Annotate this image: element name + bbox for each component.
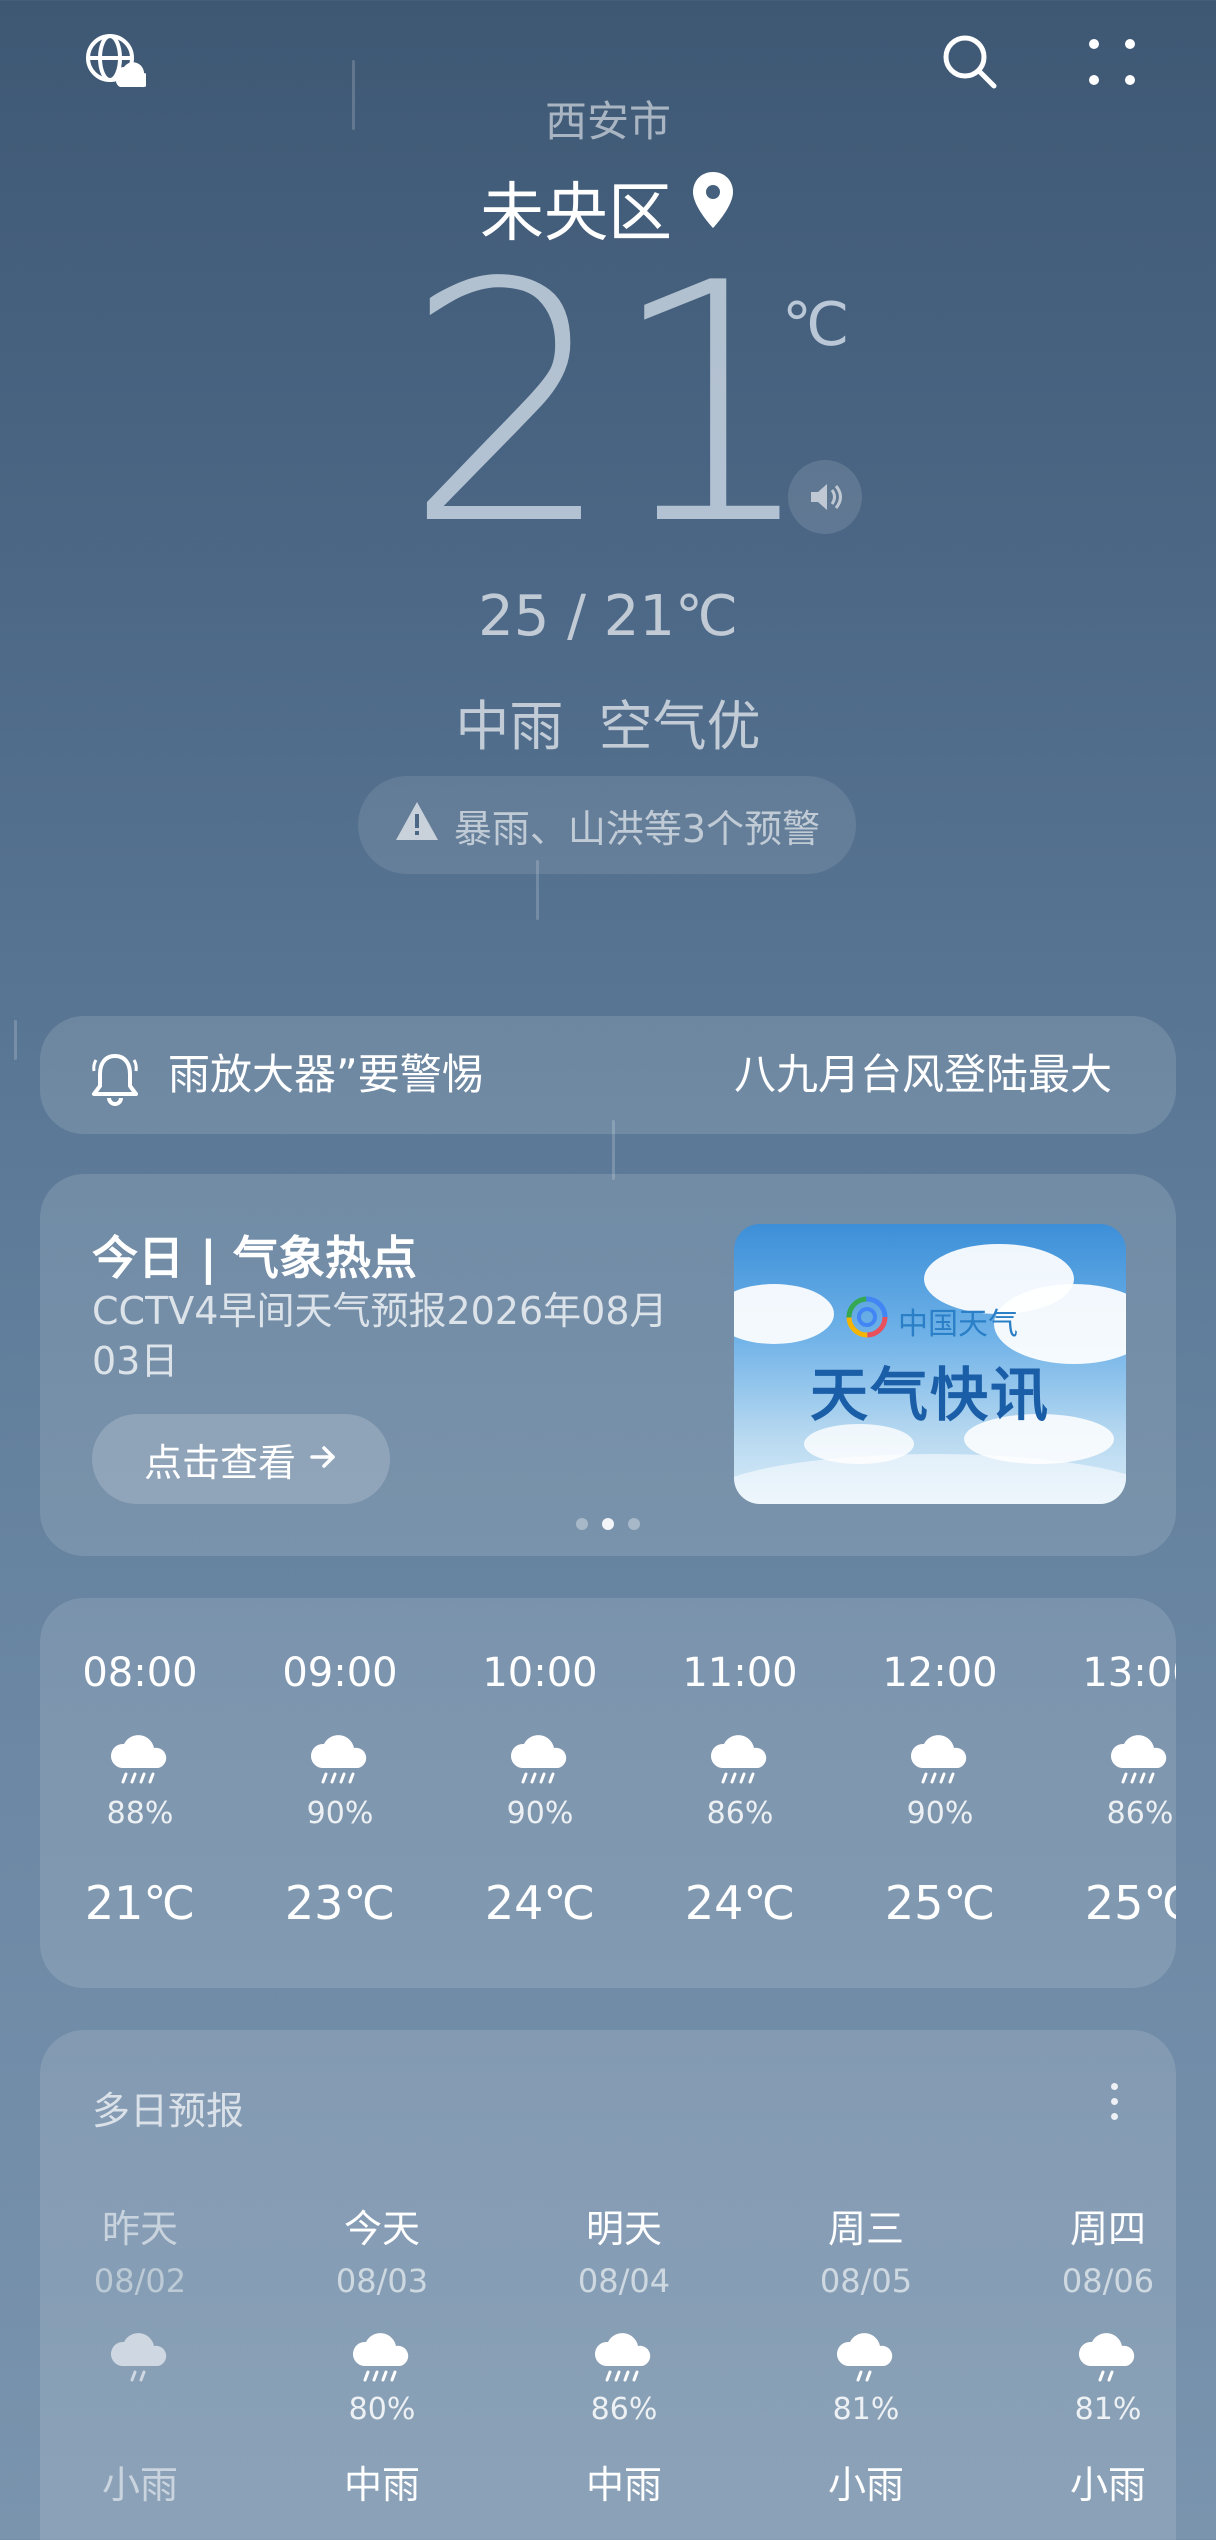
air-quality[interactable]: 空气优 — [599, 695, 761, 758]
day-condition: 中雨 — [585, 2463, 662, 2507]
rain-streak — [14, 1020, 17, 1060]
carousel-dot[interactable] — [576, 1518, 588, 1530]
view-button[interactable]: 点击查看 — [92, 1414, 390, 1504]
news-thumbnail[interactable]: 中国天气 天气快讯 — [734, 1224, 1126, 1504]
news-ticker[interactable]: 雨放大器”要警惕 八九月台风登陆最大 — [40, 1016, 1176, 1134]
ticker-item[interactable]: 八九月台风登陆最大 — [734, 1016, 1112, 1134]
day-date: 08/05 — [819, 2262, 913, 2300]
day-condition: 中雨 — [343, 2463, 420, 2507]
warning-icon — [394, 800, 440, 851]
city-name: 西安市 — [544, 97, 671, 146]
rain-cloud-icon — [910, 1735, 967, 1784]
rain-cloud-icon — [1110, 1735, 1167, 1784]
carousel-dots — [576, 1518, 640, 1530]
hour-time: 09:00 — [282, 1650, 398, 1696]
news-card[interactable]: 今日 | 气象热点 CCTV4早间天气预报2026年08月03日 点击查看 中国… — [40, 1174, 1176, 1556]
light-rain-cloud-icon — [1078, 2333, 1135, 2382]
day-precip: 86% — [590, 2392, 658, 2427]
thumb-brand: 中国天气 — [844, 1294, 1018, 1348]
day-condition: 小雨 — [827, 2463, 904, 2507]
hour-precip: 88% — [106, 1796, 174, 1831]
thumb-brand-text: 中国天气 — [898, 1307, 1018, 1342]
hour-temp: 25℃ — [884, 1876, 996, 1930]
alert-text: 暴雨、山洪等3个预警 — [453, 806, 821, 851]
arrow-right-icon — [308, 1437, 338, 1481]
hour-time: 08:00 — [82, 1650, 198, 1696]
hour-precip: 90% — [306, 1796, 374, 1831]
rain-cloud-icon — [352, 2333, 409, 2382]
view-button-label: 点击查看 — [143, 1440, 296, 1485]
day-date: 08/04 — [577, 2262, 671, 2300]
rain-cloud-icon — [110, 1735, 167, 1784]
carousel-dot[interactable] — [628, 1518, 640, 1530]
light-rain-cloud-icon — [836, 2333, 893, 2382]
hour-time: 13:00 — [1082, 1650, 1176, 1696]
day-precip: 81% — [1074, 2392, 1142, 2427]
thumb-headline: 天气快讯 — [809, 1361, 1050, 1429]
temperature-unit: ℃ — [782, 290, 850, 360]
hourly-forecast[interactable]: 08:00 88% 21℃ 09:00 90% 23℃ 10:00 90% 24… — [40, 1598, 1176, 1988]
hour-precip: 86% — [1106, 1796, 1174, 1831]
day-date: 08/06 — [1061, 2262, 1155, 2300]
hour-precip: 90% — [906, 1796, 974, 1831]
hour-temp: 24℃ — [484, 1876, 596, 1930]
rain-cloud-icon — [510, 1735, 567, 1784]
daily-forecast[interactable]: 多日预报 昨天 08/02 小雨 今天 08/03 80% 中雨 明天 08/0… — [40, 2030, 1176, 2540]
day-name: 昨天 — [101, 2207, 178, 2251]
day-condition: 小雨 — [101, 2463, 178, 2507]
day-name: 周三 — [827, 2207, 904, 2251]
rain-cloud-icon — [310, 1735, 367, 1784]
hour-time: 12:00 — [882, 1650, 998, 1696]
hour-precip: 86% — [706, 1796, 774, 1831]
news-title: 今日 | 气象热点 — [92, 1231, 417, 1285]
temperature-range: 25 / 21℃ — [478, 584, 738, 649]
day-name: 周四 — [1069, 2207, 1146, 2251]
weather-condition: 中雨 — [455, 695, 564, 758]
hour-temp: 25℃ — [1084, 1876, 1176, 1930]
news-description: CCTV4早间天气预报2026年08月03日 — [92, 1289, 668, 1383]
current-temperature: 21 — [404, 213, 818, 597]
condition-line: 中雨 空气优 — [0, 682, 1216, 761]
day-precip: 80% — [348, 2392, 416, 2427]
hour-temp: 23℃ — [284, 1876, 396, 1930]
day-name: 今天 — [343, 2207, 420, 2251]
weather-alert-pill[interactable]: 暴雨、山洪等3个预警 — [358, 776, 856, 874]
speaker-icon[interactable] — [788, 460, 862, 534]
hour-time: 10:00 — [482, 1650, 598, 1696]
daily-forecast-label: 多日预报 — [92, 2089, 245, 2133]
more-options-icon[interactable] — [1094, 2076, 1134, 2126]
rain-cloud-icon — [594, 2333, 651, 2382]
day-name: 明天 — [585, 2207, 662, 2251]
carousel-dot-active[interactable] — [602, 1518, 614, 1530]
light-rain-cloud-icon — [110, 2333, 167, 2382]
day-precip: 81% — [832, 2392, 900, 2427]
day-condition: 小雨 — [1069, 2463, 1146, 2507]
bell-icon — [90, 1050, 140, 1110]
hour-temp: 24℃ — [684, 1876, 796, 1930]
hour-precip: 90% — [506, 1796, 574, 1831]
day-date: 08/02 — [93, 2262, 187, 2300]
hour-temp: 21℃ — [84, 1876, 196, 1930]
ticker-viewport: 雨放大器”要警惕 八九月台风登陆最大 — [168, 1016, 1128, 1134]
ticker-item[interactable]: 雨放大器”要警惕 — [168, 1016, 484, 1134]
rain-cloud-icon — [710, 1735, 767, 1784]
hour-time: 11:00 — [682, 1650, 798, 1696]
brand-logo-icon — [844, 1294, 890, 1348]
day-date: 08/03 — [335, 2262, 429, 2300]
